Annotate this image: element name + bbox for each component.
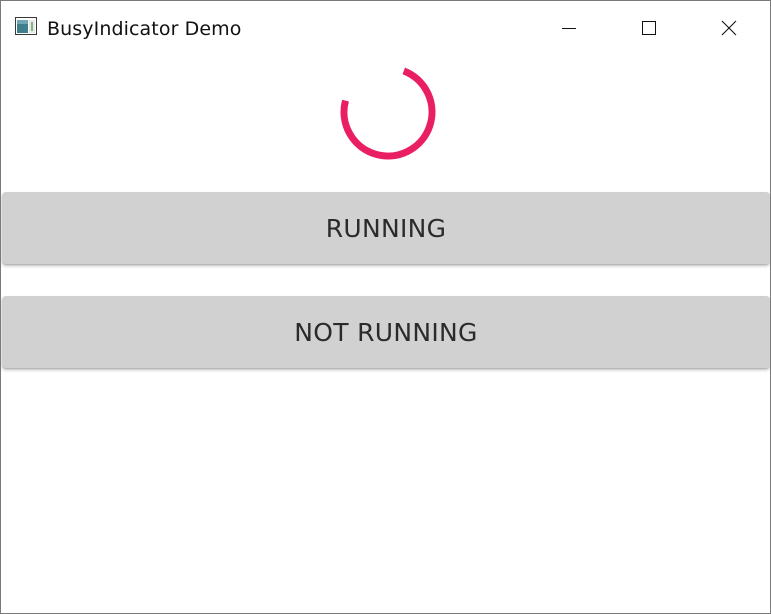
not-running-button[interactable]: NOT RUNNING [2, 296, 770, 368]
close-icon [721, 20, 737, 36]
running-button[interactable]: RUNNING [2, 192, 770, 264]
close-button[interactable] [689, 1, 769, 55]
maximize-icon [642, 21, 656, 35]
minimize-icon [562, 28, 576, 29]
spinner-icon [340, 67, 436, 160]
window-title: BusyIndicator Demo [47, 18, 242, 40]
maximize-button[interactable] [609, 1, 689, 55]
busy-indicator [340, 67, 436, 160]
not-running-button-label: NOT RUNNING [294, 317, 478, 347]
running-button-label: RUNNING [325, 213, 447, 243]
title-bar[interactable]: BusyIndicator Demo [1, 1, 770, 55]
minimize-button[interactable] [529, 1, 609, 55]
app-window: BusyIndicator Demo RUNNING NOT RUNNING [0, 0, 771, 614]
app-window-icon [15, 17, 37, 35]
